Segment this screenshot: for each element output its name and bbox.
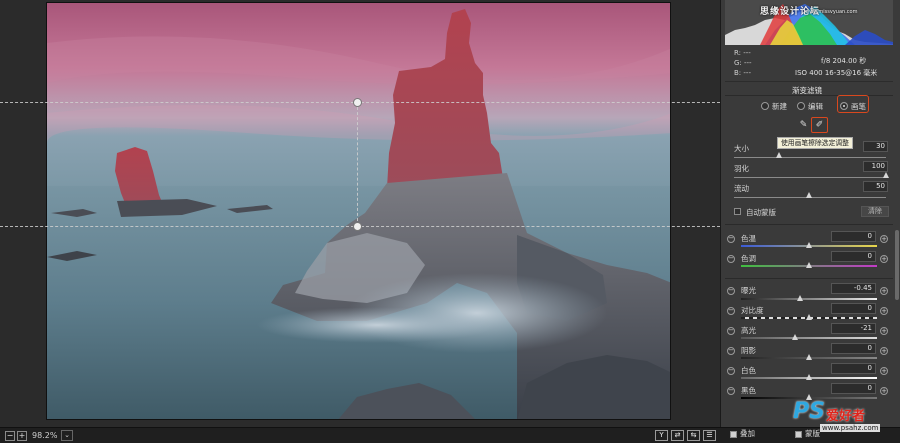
contrast-value[interactable]: 0 <box>831 303 876 314</box>
mask-label: 蒙版 <box>805 429 820 438</box>
watermark-logo-ps: PS <box>793 399 825 424</box>
shadows-plus-icon[interactable]: + <box>880 347 888 355</box>
highlights-label: 高光 <box>741 326 756 335</box>
contrast-minus-icon[interactable]: − <box>727 307 735 315</box>
readout-r: R: --- <box>734 49 751 57</box>
automask-checkbox[interactable] <box>734 208 741 215</box>
size-slider-thumb[interactable] <box>776 152 782 158</box>
temp-minus-icon[interactable]: − <box>727 235 735 243</box>
radio-dot-icon <box>797 102 805 110</box>
panel-scrollbar[interactable] <box>895 230 899 300</box>
feather-label: 羽化 <box>734 164 749 173</box>
view-swap-button[interactable]: ⇄ <box>671 430 684 441</box>
size-slider-track[interactable] <box>734 157 886 158</box>
tint-value[interactable]: 0 <box>831 251 876 262</box>
contrast-slider-thumb[interactable] <box>806 314 812 320</box>
exposure-label: 曝光 <box>741 286 756 295</box>
flow-value[interactable]: 50 <box>863 181 888 192</box>
view-settings-button[interactable]: ☰ <box>703 430 716 441</box>
blacks-plus-icon[interactable]: + <box>880 387 888 395</box>
view-copy-button[interactable]: ⇆ <box>687 430 700 441</box>
clear-button[interactable]: 清除 <box>861 206 889 217</box>
highlights-slider-track[interactable] <box>741 337 877 339</box>
zoom-level: 98.2% <box>32 431 58 440</box>
exposure-slider-thumb[interactable] <box>797 295 803 301</box>
whites-label: 白色 <box>741 366 756 375</box>
mask-checkbox[interactable] <box>795 431 802 438</box>
blacks-minus-icon[interactable]: − <box>727 387 735 395</box>
highlights-slider-thumb[interactable] <box>792 334 798 340</box>
temp-value[interactable]: 0 <box>831 231 876 242</box>
brush-add-icon[interactable]: ✎ <box>798 120 809 131</box>
highlights-value[interactable]: -21 <box>831 323 876 334</box>
photo-preview[interactable] <box>46 2 671 420</box>
tint-minus-icon[interactable]: − <box>727 255 735 263</box>
feather-slider-track[interactable] <box>734 177 886 178</box>
automask-label: 自动蒙版 <box>746 208 776 217</box>
contrast-plus-icon[interactable]: + <box>880 307 888 315</box>
flow-label: 流动 <box>734 184 749 193</box>
erase-tool-highlight <box>811 117 828 133</box>
overlay-checkbox[interactable] <box>730 431 737 438</box>
preview-area <box>0 0 720 427</box>
blacks-value[interactable]: 0 <box>831 383 876 394</box>
exposure-plus-icon[interactable]: + <box>880 287 888 295</box>
brush-divider <box>725 224 893 225</box>
size-value[interactable]: 30 <box>863 141 888 152</box>
gradient-handle-top[interactable] <box>353 98 362 107</box>
mode-edit-radio[interactable]: 编辑 <box>797 101 823 112</box>
contrast-label: 对比度 <box>741 306 764 315</box>
feather-slider-thumb[interactable] <box>883 172 889 178</box>
shadows-value[interactable]: 0 <box>831 343 876 354</box>
highlights-plus-icon[interactable]: + <box>880 327 888 335</box>
iso-lens: ISO 400 16-35@16 毫米 <box>795 69 878 77</box>
whites-value[interactable]: 0 <box>831 363 876 374</box>
aperture-shutter: f/8 204.00 秒 <box>821 57 867 65</box>
exposure-value[interactable]: -0.45 <box>831 283 876 294</box>
mode-new-radio[interactable]: 新建 <box>761 101 787 112</box>
mode-new-label: 新建 <box>772 102 787 111</box>
whites-minus-icon[interactable]: − <box>727 367 735 375</box>
mode-edit-label: 编辑 <box>808 102 823 111</box>
gradient-handle-bottom[interactable] <box>353 222 362 231</box>
radio-dot-icon <box>761 102 769 110</box>
zoom-out-button[interactable]: − <box>5 431 15 441</box>
highlights-minus-icon[interactable]: − <box>727 327 735 335</box>
zoom-in-button[interactable]: + <box>17 431 27 441</box>
gradient-center-line[interactable] <box>357 102 358 226</box>
zoom-dropdown[interactable]: ⌄ <box>61 430 73 441</box>
temp-plus-icon[interactable]: + <box>880 235 888 243</box>
flow-slider-thumb[interactable] <box>806 192 812 198</box>
overlay-label: 叠加 <box>740 429 755 438</box>
landscape-image <box>47 3 670 419</box>
shadows-slider-thumb[interactable] <box>806 354 812 360</box>
color-divider <box>725 278 893 279</box>
view-toggle-before-after[interactable]: Y <box>655 430 668 441</box>
temp-label: 色温 <box>741 234 756 243</box>
watermark-logo-text: 爱好者 <box>826 409 866 424</box>
size-label: 大小 <box>734 144 749 153</box>
temp-slider-thumb[interactable] <box>806 242 812 248</box>
blacks-label: 黑色 <box>741 386 756 395</box>
status-bar: − + 98.2% ⌄ Y ⇄ ⇆ ☰ <box>0 427 900 443</box>
exposure-minus-icon[interactable]: − <box>727 287 735 295</box>
tint-plus-icon[interactable]: + <box>880 255 888 263</box>
tint-label: 色调 <box>741 254 756 263</box>
readout-g: G: --- <box>734 59 752 67</box>
watermark-url: www.psahz.com <box>820 424 881 432</box>
whites-plus-icon[interactable]: + <box>880 367 888 375</box>
watermark-top-url: www.missvyuan.com <box>805 9 858 15</box>
whites-slider-thumb[interactable] <box>806 374 812 380</box>
exposure-slider-track[interactable] <box>741 298 877 300</box>
brush-mode-highlight <box>837 95 869 113</box>
readout-b: B: --- <box>734 69 751 77</box>
tooltip: 使用画笔擦除选定调整 <box>777 137 853 149</box>
camera-info: R: --- G: --- B: --- f/8 204.00 秒 ISO 40… <box>725 46 893 82</box>
camera-raw-window: − + 98.2% ⌄ Y ⇄ ⇆ ☰ R: --- G: --- B: ---… <box>0 0 900 443</box>
tint-slider-thumb[interactable] <box>806 262 812 268</box>
shadows-label: 阴影 <box>741 346 756 355</box>
feather-value[interactable]: 100 <box>863 161 888 172</box>
shadows-minus-icon[interactable]: − <box>727 347 735 355</box>
adjustment-panel: R: --- G: --- B: --- f/8 204.00 秒 ISO 40… <box>720 0 900 427</box>
